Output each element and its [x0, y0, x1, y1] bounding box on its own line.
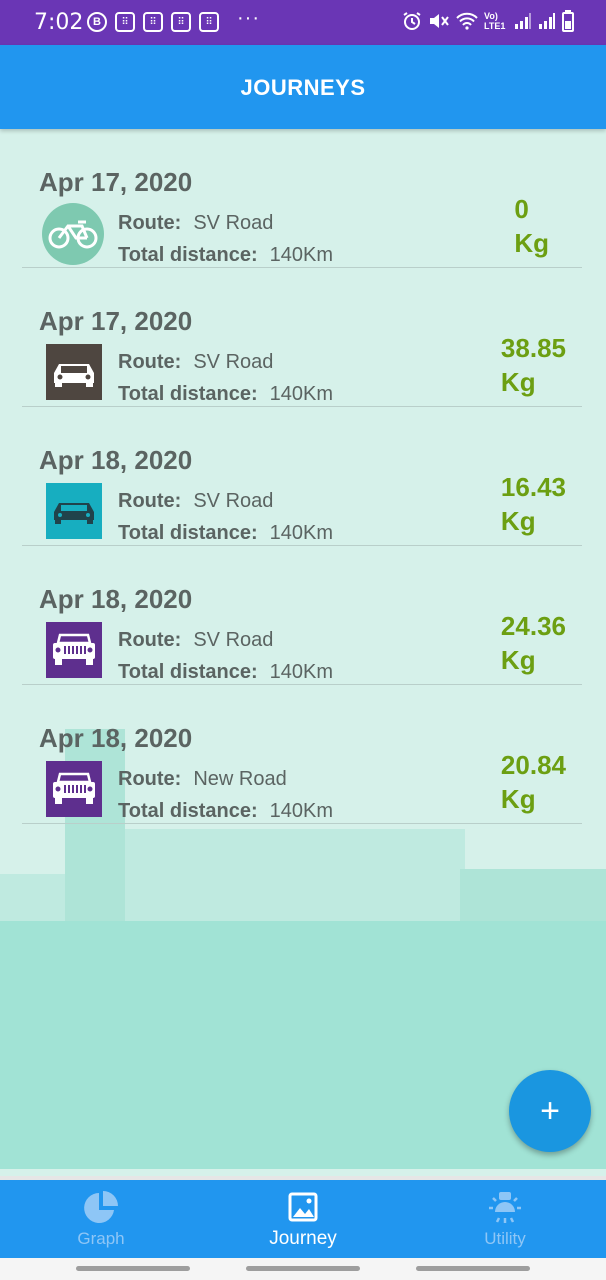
journey-route: Route: SV Road: [118, 629, 273, 652]
mute-icon: [430, 14, 449, 28]
journey-date: Apr 18, 2020: [39, 723, 193, 753]
status-notifications: B ⠿ ⠿ ⠿ ⠿ ···: [87, 7, 260, 32]
route-value: SV Road: [193, 212, 274, 234]
emission-unit: Kg: [514, 228, 549, 258]
nav-label: Journey: [269, 1227, 337, 1249]
background-building: [125, 829, 465, 921]
journey-distance: Total distance: 140Km: [118, 661, 333, 684]
distance-label: Total distance:: [118, 800, 258, 822]
braille-icon: ⠿: [171, 12, 191, 32]
emission-unit: Kg: [500, 367, 536, 397]
journey-distance: Total distance: 140Km: [118, 244, 333, 267]
route-label: Route:: [118, 490, 182, 512]
nav-item-utility[interactable]: Utility: [404, 1180, 606, 1258]
journey-emission: 38.85 Kg: [501, 331, 566, 399]
journey-route: Route: SV Road: [118, 212, 273, 235]
distance-value: 140Km: [269, 383, 334, 405]
status-time: 7:02: [34, 10, 84, 35]
nav-label: Graph: [77, 1228, 125, 1248]
journey-date: Apr 17, 2020: [39, 167, 193, 197]
wifi-icon: [456, 12, 478, 30]
route-value: SV Road: [193, 629, 274, 651]
page-title: JOURNEYS: [240, 75, 366, 100]
journey-distance: Total distance: 140Km: [118, 522, 333, 545]
journey-emission: 24.36 Kg: [501, 609, 566, 677]
route-label: Route:: [118, 629, 182, 651]
nav-label: Utility: [484, 1228, 526, 1248]
distance-label: Total distance:: [118, 661, 258, 683]
status-bar: 7:02 B ⠿ ⠿ ⠿ ⠿ ··· Vo) LTE1: [0, 0, 606, 45]
distance-value: 140Km: [269, 800, 334, 822]
emission-unit: Kg: [500, 784, 536, 814]
route-label: Route:: [118, 351, 182, 373]
background-building: [460, 869, 606, 921]
distance-value: 140Km: [269, 661, 334, 683]
route-label: Route:: [118, 212, 182, 234]
journey-list: Apr 17, 2020 Route: SV Road Total distanc…: [22, 129, 582, 824]
braille-icon: ⠿: [143, 12, 163, 32]
distance-value: 140Km: [269, 522, 334, 544]
distance-label: Total distance:: [118, 383, 258, 405]
jeep-icon: [46, 761, 102, 817]
recents-button[interactable]: [76, 1266, 190, 1271]
route-value: SV Road: [193, 490, 274, 512]
nav-item-journey[interactable]: Journey: [202, 1180, 404, 1258]
journey-item[interactable]: Apr 18, 2020 Route: SV Road Total distanc…: [22, 546, 582, 685]
signal-icon: [539, 13, 555, 29]
car-icon: [46, 483, 102, 539]
system-navigation-bar: [0, 1258, 606, 1280]
add-journey-button[interactable]: +: [509, 1070, 591, 1152]
journey-item[interactable]: Apr 17, 2020 Route: SV Road Total distanc…: [22, 268, 582, 407]
journey-distance: Total distance: 140Km: [118, 383, 333, 406]
car-icon: [46, 344, 102, 400]
more-notifications-icon: ···: [237, 6, 260, 29]
journey-date: Apr 18, 2020: [39, 584, 193, 614]
journey-date: Apr 17, 2020: [39, 306, 193, 336]
emission-value: 20.84: [500, 750, 566, 780]
home-button[interactable]: [246, 1266, 360, 1271]
distance-label: Total distance:: [118, 522, 258, 544]
network-label: Vo) LTE1: [484, 11, 506, 31]
route-value: SV Road: [193, 351, 274, 373]
emission-value: 0: [514, 194, 529, 224]
emission-value: 38.85: [500, 333, 566, 363]
image-icon: [288, 1189, 318, 1225]
distance-value: 140Km: [269, 244, 334, 266]
signal-icon: [515, 13, 531, 29]
bulb-icon: [487, 1190, 523, 1226]
journey-route: Route: SV Road: [118, 490, 273, 513]
journey-emission: 20.84 Kg: [501, 748, 566, 816]
journey-emission: 0 Kg: [514, 192, 549, 260]
route-label: Route:: [118, 768, 182, 790]
battery-icon: [562, 10, 574, 32]
status-system-icons: Vo) LTE1: [402, 10, 574, 32]
route-value: New Road: [193, 768, 287, 790]
b-badge-icon: B: [87, 12, 107, 32]
braille-icon: ⠿: [199, 12, 219, 32]
braille-icon: ⠿: [115, 12, 135, 32]
jeep-icon: [46, 622, 102, 678]
plus-icon: +: [540, 1091, 560, 1130]
alarm-icon: [403, 12, 421, 30]
journey-emission: 16.43 Kg: [501, 470, 566, 538]
journey-route: Route: New Road: [118, 768, 287, 791]
emission-value: 24.36: [500, 611, 566, 641]
emission-value: 16.43: [500, 472, 566, 502]
journey-route: Route: SV Road: [118, 351, 273, 374]
journey-item[interactable]: Apr 18, 2020 Route: New Road Total distan…: [22, 685, 582, 824]
nav-item-graph[interactable]: Graph: [0, 1180, 202, 1258]
pie-chart-icon: [83, 1190, 119, 1226]
emission-unit: Kg: [500, 645, 536, 675]
bicycle-icon: [42, 203, 104, 265]
emission-unit: Kg: [500, 506, 536, 536]
journey-item[interactable]: Apr 17, 2020 Route: SV Road Total distanc…: [22, 129, 582, 268]
distance-label: Total distance:: [118, 244, 258, 266]
journey-date: Apr 18, 2020: [39, 445, 193, 475]
journey-list-area[interactable]: Apr 17, 2020 Route: SV Road Total distanc…: [0, 129, 606, 1169]
bottom-navigation: Graph Journey Utility: [0, 1176, 606, 1258]
journey-item[interactable]: Apr 18, 2020 Route: SV Road Total distanc…: [22, 407, 582, 546]
back-button[interactable]: [416, 1266, 530, 1271]
app-bar: JOURNEYS: [0, 45, 606, 129]
journey-distance: Total distance: 140Km: [118, 800, 333, 823]
